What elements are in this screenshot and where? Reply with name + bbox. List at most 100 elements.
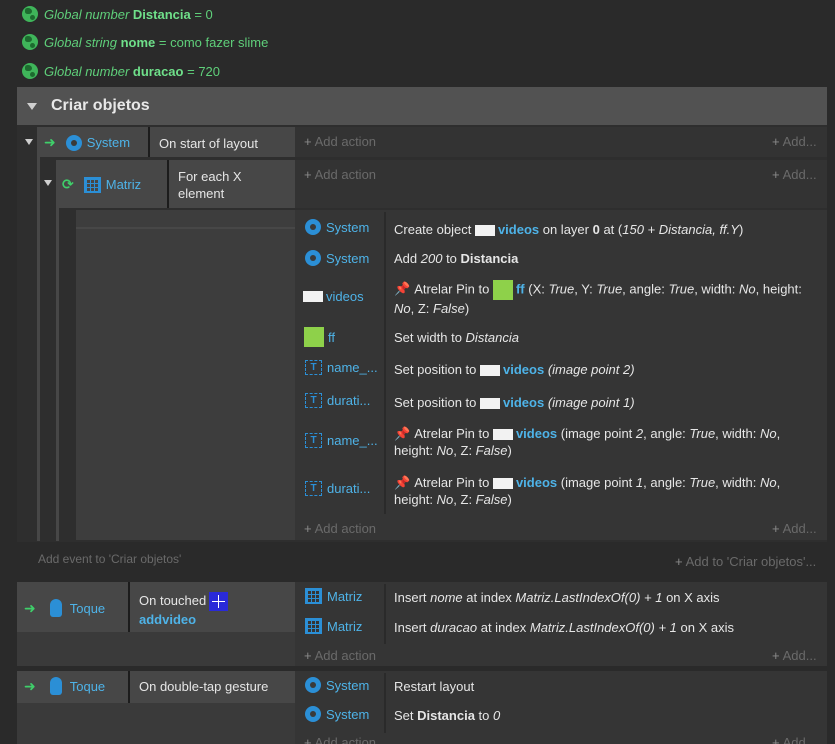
nesting-bar (37, 157, 40, 541)
pin-icon: 📌 (394, 475, 411, 490)
action-object-system[interactable]: System (305, 250, 369, 266)
action-object-ff[interactable]: ff (304, 327, 335, 347)
trigger-arrow-icon: ➜ (24, 677, 36, 694)
globe-icon (22, 63, 38, 79)
pin-icon: 📌 (394, 426, 411, 441)
event-1-condition-text[interactable]: On start of layout (159, 135, 258, 152)
gear-icon (65, 134, 82, 151)
global-var-duracao[interactable]: Global number duracao = 720 (22, 61, 220, 81)
add-action-button[interactable]: + Add action (304, 134, 376, 149)
global-var-name: Distancia (132, 6, 191, 22)
collapse-triangle-icon[interactable] (25, 139, 33, 145)
action-set-width[interactable]: Set width to Distancia (394, 329, 519, 346)
action-object-matriz[interactable]: Matriz (305, 588, 362, 604)
sprite-thumb-icon (480, 365, 500, 377)
event-3-condition-object[interactable]: ➜ Toque (24, 599, 105, 617)
array-grid-icon (305, 618, 322, 634)
divider (167, 160, 169, 208)
add-more-button[interactable]: + Add... (772, 134, 817, 149)
touch-hand-icon (49, 599, 62, 617)
group-header-criar-objetos[interactable]: Criar objetos (17, 87, 827, 125)
sprite-thumb-icon (303, 291, 323, 302)
add-action-button[interactable]: + Add action (304, 735, 376, 744)
action-add-to-var[interactable]: Add 200 to Distancia (394, 250, 518, 267)
pin-icon: 📌 (394, 281, 411, 297)
event-2-condition-object[interactable]: ⟳ Matriz (62, 176, 141, 193)
object-name: System (86, 135, 131, 150)
gear-icon (305, 677, 321, 693)
divider (384, 673, 386, 733)
globe-icon (22, 6, 38, 22)
trigger-arrow-icon: ➜ (44, 134, 56, 150)
global-var-value: = 0 (194, 6, 213, 22)
condition-line: For each X (178, 169, 242, 184)
action-insert-nome[interactable]: Insert nome at index Matriz.LastIndexOf(… (394, 589, 720, 606)
text-object-icon: T (305, 433, 322, 448)
action-restart-layout[interactable]: Restart layout (394, 678, 474, 695)
collapse-triangle-icon[interactable] (44, 180, 52, 186)
text-object-icon: T (305, 360, 322, 375)
divider (128, 671, 130, 703)
action-set-position[interactable]: Set position to videos (image point 2) (394, 361, 635, 378)
add-more-button[interactable]: + Add... (772, 648, 817, 663)
event-2-condition-text[interactable]: For each X element (178, 168, 242, 202)
touch-hand-icon (49, 677, 62, 695)
condition-line: element (178, 186, 225, 201)
add-action-button[interactable]: + Add action (304, 521, 376, 536)
action-object-system[interactable]: System (305, 219, 369, 235)
divider (148, 127, 150, 157)
action-set-position[interactable]: Set position to videos (image point 1) (394, 394, 635, 411)
add-more-button[interactable]: + Add... (772, 521, 817, 536)
add-action-button[interactable]: + Add action (304, 167, 376, 182)
global-var-type: Global number (44, 63, 130, 79)
add-event-to-group-link[interactable]: Add event to 'Criar objetos' (38, 552, 181, 566)
divider (384, 584, 386, 644)
subevent-condition-area[interactable] (76, 210, 295, 540)
event-4-condition-area[interactable] (17, 703, 295, 744)
gear-icon (305, 219, 321, 235)
sprite-thumb-icon (304, 327, 324, 347)
text-object-icon: T (305, 481, 322, 496)
sprite-thumb-icon (492, 280, 513, 300)
action-object-duration-text[interactable]: Tdurati... (305, 393, 370, 408)
event-1-condition-object[interactable]: ➜ System (44, 134, 130, 151)
event-3-condition-text[interactable]: On touched addvideo (139, 592, 229, 628)
event-4-condition-object[interactable]: ➜ Toque (24, 677, 105, 695)
action-pin-to-ff[interactable]: 📌 Atrelar Pin to ff (X: True, Y: True, an… (394, 280, 802, 317)
add-more-button[interactable]: + Add... (772, 167, 817, 182)
globe-icon (22, 34, 38, 50)
action-object-videos[interactable]: videos (303, 289, 364, 304)
sprite-thumb-icon (209, 592, 229, 612)
action-pin-to-videos[interactable]: 📌 Atrelar Pin to videos (image point 1, a… (394, 474, 780, 508)
add-to-group-button[interactable]: + Add to 'Criar objetos'... (675, 554, 816, 569)
global-var-distancia[interactable]: Global number Distancia = 0 (22, 4, 213, 24)
add-action-button[interactable]: + Add action (304, 648, 376, 663)
action-object-name-text[interactable]: Tname_... (305, 433, 378, 448)
action-set-distancia[interactable]: Set Distancia to 0 (394, 707, 500, 724)
global-var-value: = 720 (187, 63, 221, 79)
divider (76, 227, 295, 229)
action-object-system[interactable]: System (305, 706, 369, 722)
divider (128, 582, 130, 632)
event-4-condition-text[interactable]: On double-tap gesture (139, 678, 268, 695)
group-title: Criar objetos (51, 97, 150, 114)
global-var-nome[interactable]: Global string nome = como fazer slime (22, 32, 268, 52)
sprite-thumb-icon (492, 478, 513, 490)
action-pin-to-videos[interactable]: 📌 Atrelar Pin to videos (image point 2, a… (394, 425, 780, 459)
action-object-name-text[interactable]: Tname_... (305, 360, 378, 375)
global-var-type: Global string (44, 34, 117, 50)
action-insert-duracao[interactable]: Insert duracao at index Matriz.LastIndex… (394, 619, 734, 636)
action-create-object[interactable]: Create object videos on layer 0 at (150 … (394, 221, 743, 238)
text-object-icon: T (305, 393, 322, 408)
action-object-duration-text[interactable]: Tdurati... (305, 481, 370, 496)
action-object-matriz[interactable]: Matriz (305, 618, 362, 634)
global-var-value: = como fazer slime (158, 34, 269, 50)
action-object-system[interactable]: System (305, 677, 369, 693)
sprite-thumb-icon (492, 429, 513, 441)
loop-icon: ⟳ (62, 176, 74, 192)
trigger-arrow-icon: ➜ (24, 599, 36, 616)
collapse-triangle-icon[interactable] (27, 102, 37, 110)
event-3-condition-area[interactable] (17, 632, 295, 666)
sprite-thumb-icon (474, 225, 495, 237)
add-more-button[interactable]: + Add... (772, 735, 817, 744)
